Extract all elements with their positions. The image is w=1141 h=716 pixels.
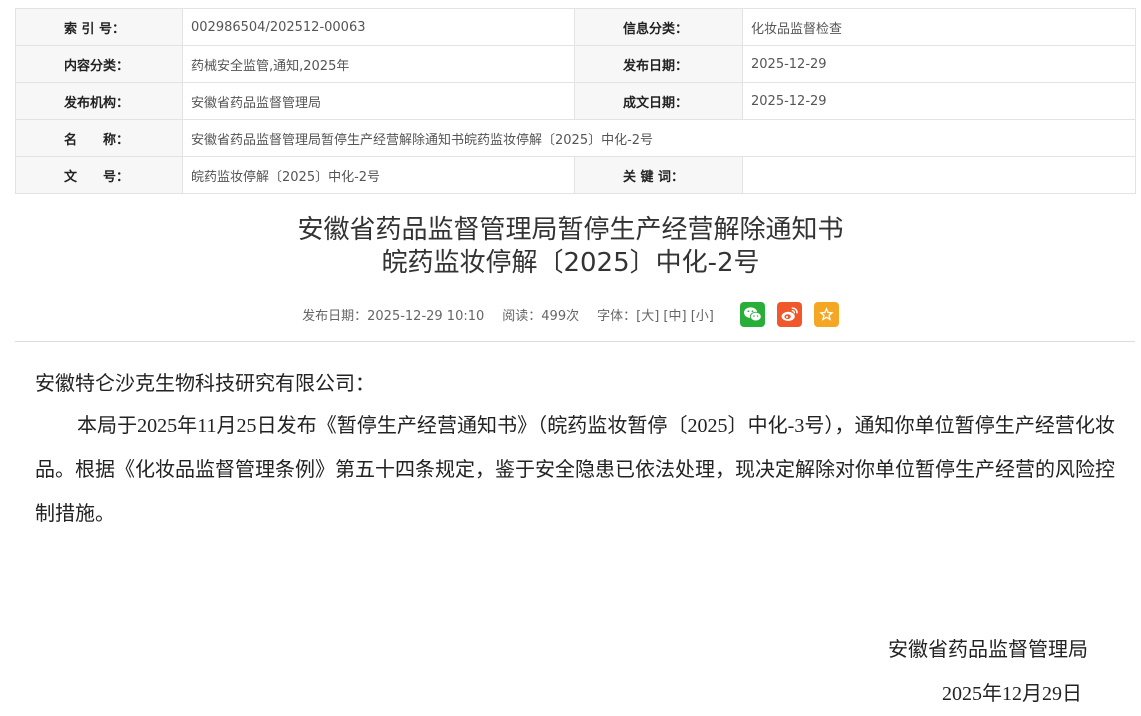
wechat-icon xyxy=(743,306,762,321)
article-body: 安徽特仑沙克生物科技研究有限公司： 本局于2025年11月25日发布《暂停生产经… xyxy=(35,364,1115,536)
body-paragraph: 本局于2025年11月25日发布《暂停生产经营通知书》（皖药监妆暂停〔2025〕… xyxy=(35,415,1115,525)
article-info-bar: 发布日期：2025-12-29 10:10 阅读：499次 字体：[大] [中]… xyxy=(0,300,1141,328)
read-count: 阅读：499次 xyxy=(502,308,580,324)
metadata-row: 文 号： 皖药监妆停解〔2025〕中化-2号 关 键 词： xyxy=(15,156,1136,194)
font-size-control: 字体：[大] [中] [小] xyxy=(597,305,714,324)
document-number-value: 皖药监妆停解〔2025〕中化-2号 xyxy=(182,156,575,194)
keywords-value xyxy=(742,156,1136,194)
info-category-label: 信息分类： xyxy=(574,8,743,46)
document-name-value: 安徽省药品监督管理局暂停生产经营解除通知书皖药监妆停解〔2025〕中化-2号 xyxy=(182,119,1136,157)
written-date-label: 成文日期： xyxy=(574,82,743,120)
info-category-value: 化妆品监督检查 xyxy=(742,8,1136,46)
issuing-agency-label: 发布机构： xyxy=(15,82,183,120)
share-weibo-button[interactable] xyxy=(776,301,802,327)
salutation: 安徽特仑沙克生物科技研究有限公司： xyxy=(35,373,375,395)
signature-org: 安徽省药品监督管理局 xyxy=(888,639,1088,661)
issuing-agency-value: 安徽省药品监督管理局 xyxy=(182,82,575,120)
index-number-label: 索 引 号： xyxy=(15,8,183,46)
publish-datetime: 发布日期：2025-12-29 10:10 xyxy=(302,308,485,324)
content-category-label: 内容分类： xyxy=(15,45,183,83)
font-size-small-button[interactable]: [小] xyxy=(691,309,714,324)
metadata-row: 发布机构： 安徽省药品监督管理局 成文日期： 2025-12-29 xyxy=(15,82,1136,120)
article-title-line-1: 安徽省药品监督管理局暂停生产经营解除通知书 xyxy=(297,215,844,245)
share-wechat-button[interactable] xyxy=(739,301,765,327)
publish-date-value: 2025-12-29 xyxy=(742,45,1136,83)
signature-date: 2025年12月29日 xyxy=(942,683,1082,705)
index-number-value: 002986504/202512-00063 xyxy=(182,8,575,46)
written-date-value: 2025-12-29 xyxy=(742,82,1136,120)
publish-date-label: 发布日期： xyxy=(574,45,743,83)
favorite-star-icon xyxy=(819,306,834,321)
metadata-row: 索 引 号： 002986504/202512-00063 信息分类： 化妆品监… xyxy=(15,8,1136,46)
content-category-value: 药械安全监管,通知,2025年 xyxy=(182,45,575,83)
article-title: 安徽省药品监督管理局暂停生产经营解除通知书 皖药监妆停解〔2025〕中化-2号 xyxy=(0,214,1141,280)
font-size-label: 字体： xyxy=(597,308,637,324)
content-divider xyxy=(15,341,1135,342)
metadata-row: 内容分类： 药械安全监管,通知,2025年 发布日期： 2025-12-29 xyxy=(15,45,1136,83)
document-name-label: 名 称： xyxy=(15,119,183,157)
document-number-label: 文 号： xyxy=(15,156,183,194)
weibo-icon xyxy=(781,306,798,321)
metadata-row: 名 称： 安徽省药品监督管理局暂停生产经营解除通知书皖药监妆停解〔2025〕中化… xyxy=(15,119,1136,157)
font-size-medium-button[interactable]: [中] xyxy=(663,309,686,324)
font-size-large-button[interactable]: [大] xyxy=(636,309,659,324)
favorite-button[interactable] xyxy=(813,301,839,327)
keywords-label: 关 键 词： xyxy=(574,156,743,194)
article-title-line-2: 皖药监妆停解〔2025〕中化-2号 xyxy=(381,248,760,278)
document-metadata-table: 索 引 号： 002986504/202512-00063 信息分类： 化妆品监… xyxy=(15,8,1136,194)
signature-block: 安徽省药品监督管理局 2025年12月29日 xyxy=(888,628,1088,716)
